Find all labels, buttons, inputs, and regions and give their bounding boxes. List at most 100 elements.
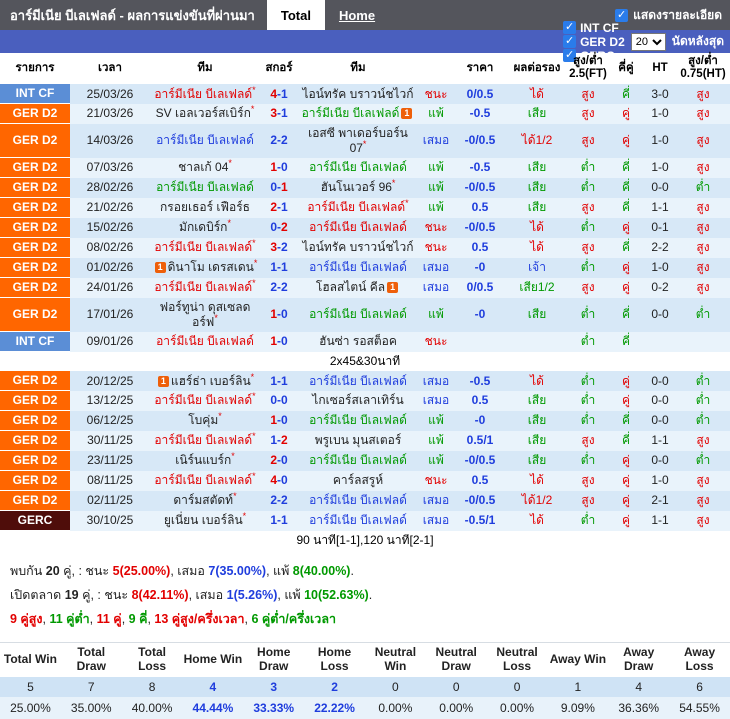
summary-segment: เปิดตลาด <box>10 588 65 603</box>
team2-name[interactable]: ฮันซ่า รอสต็อค <box>319 334 397 348</box>
over-under-25-cell: สูง <box>568 277 608 298</box>
over-under-25-cell: สูง <box>568 84 608 104</box>
matches-count-select[interactable]: 20 <box>630 32 666 51</box>
odd-even-cell: คู่ <box>608 103 644 124</box>
home-goals: 1 <box>270 160 277 175</box>
team2-name[interactable]: อาร์มีเนีย บีเลเฟลด์ <box>309 513 407 527</box>
team2-name[interactable]: คาร์ลสรูห์ <box>333 473 383 487</box>
red-card-badge: 1 <box>154 262 166 274</box>
halftime-score-cell: 2-1 <box>644 490 676 511</box>
table-row: GER D2 08/11/25 อาร์มีเนีย บีเลเฟลด์* 4-0 คา… <box>0 470 730 492</box>
odds-cell: -0.5 <box>454 371 506 391</box>
column-header: สูง/ต่ำ 2.5(FT) <box>568 53 608 85</box>
away-goals: 0 <box>281 453 288 468</box>
team2-name[interactable]: อาร์มีเนีย บีเลเฟลด์ <box>309 493 407 507</box>
team2-name[interactable]: อาร์มีเนีย บีเลเฟลด์ <box>302 106 400 120</box>
team1-name[interactable]: อาร์มีเนีย บีเลเฟลด์ <box>154 87 252 101</box>
team2-name[interactable]: อาร์มีเนีย บีเลเฟลด์ <box>309 307 407 321</box>
halftime-score-cell: 0-2 <box>644 277 676 298</box>
team2-name[interactable]: ไอน์ทรัค บราวน์ชไวก์ <box>302 87 413 101</box>
score-cell: 1-1 <box>260 510 298 531</box>
result-cell: เสมอ <box>418 123 454 158</box>
odd-even-cell: คู่ <box>608 490 644 511</box>
team2-cell: อาร์มีเนีย บีเลเฟลด์ <box>298 450 418 471</box>
team1-name[interactable]: SV เอลเวอร์สเบิร์ก <box>156 106 251 120</box>
team1-name[interactable]: อาร์มีเนีย บีเลเฟลด์ <box>154 433 252 447</box>
team2-name[interactable]: ไอน์ทรัค บราวน์ชไวก์ <box>302 240 413 254</box>
team1-name[interactable]: อาร์มีเนีย บีเลเฟลด์ <box>156 133 254 147</box>
team1-name[interactable]: ดาร์มสตัดท์ <box>173 493 233 507</box>
score-cell: 2-2 <box>260 123 298 158</box>
team1-name[interactable]: ฟอร์ทูน่า ดุสเซลดอร์ฟ <box>160 300 251 329</box>
team1-name[interactable]: อาร์มีเนีย บีเลเฟลด์ <box>154 280 252 294</box>
home-team-star: * <box>391 178 396 189</box>
team2-name[interactable]: อาร์มีเนีย บีเลเฟลด์ <box>309 220 407 234</box>
summary-segment: พบกัน <box>10 564 46 579</box>
team1-name[interactable]: อาร์มีเนีย บีเลเฟลด์ <box>154 393 252 407</box>
date-cell: 21/02/26 <box>70 197 150 218</box>
odds-cell: 0.5 <box>454 237 506 258</box>
away-goals: 2 <box>281 280 288 295</box>
score-cell: 1-0 <box>260 297 298 332</box>
team1-name[interactable]: กรอยเธอร์ เฟือร์ธ <box>160 200 250 214</box>
team1-name[interactable]: ดินาโม เดรสเดน <box>168 260 254 274</box>
tab-total[interactable]: Total <box>266 0 325 30</box>
away-goals: 1 <box>281 86 288 101</box>
stats-column-header: Home Loss <box>304 642 365 678</box>
team2-name[interactable]: อาร์มีเนีย บีเลเฟลด์ <box>309 160 407 174</box>
team2-name[interactable]: เอสซี พาเดอร์บอร์น 07 <box>308 126 408 155</box>
score-cell: 3-1 <box>260 103 298 124</box>
team2-name[interactable]: พรูเบน มุนสเตอร์ <box>315 433 402 447</box>
league-filter-checkbox[interactable]: ✓ <box>563 21 577 34</box>
home-goals: 2 <box>270 453 277 468</box>
team2-name[interactable]: โฮลสไตน์ คีล <box>316 280 385 294</box>
team2-name[interactable]: อาร์มีเนีย บีเลเฟลด์ <box>307 200 405 214</box>
home-goals: 3 <box>270 106 277 121</box>
team1-name[interactable]: อาร์มีเนีย บีเลเฟลด์ <box>156 334 254 348</box>
stats-percentage-cell: 22.22% <box>304 697 365 719</box>
home-team-star: * <box>233 491 237 502</box>
team2-cell: ฮันโนเวอร์ 96* <box>298 177 418 198</box>
result-cell: เสมอ <box>418 510 454 531</box>
team2-name[interactable]: อาร์มีเนีย บีเลเฟลด์ <box>309 374 407 388</box>
stats-percentage-cell: 40.00% <box>121 697 183 719</box>
team1-name[interactable]: อาร์มีเนีย บีเลเฟลด์ <box>154 473 252 487</box>
date-cell: 02/11/25 <box>70 490 150 511</box>
date-cell: 25/03/26 <box>70 84 150 104</box>
away-goals: 2 <box>281 220 288 235</box>
team2-cell: ไอน์ทรัค บราวน์ชไวก์ <box>298 84 418 104</box>
team1-name[interactable]: อาร์มีเนีย บีเลเฟลด์ <box>156 180 254 194</box>
team1-cell: กรอยเธอร์ เฟือร์ธ <box>150 197 260 218</box>
stats-value-cell: 6 <box>669 677 730 698</box>
team1-name[interactable]: โบคุ่ม <box>188 413 218 427</box>
team2-name[interactable]: ไกเซอร์สเลาเทิร์น <box>312 393 403 407</box>
team2-name[interactable]: อาร์มีเนีย บีเลเฟลด์ <box>309 260 407 274</box>
team1-cell: อาร์มีเนีย บีเลเฟลด์* <box>150 390 260 411</box>
stats-percentage-cell: 35.00% <box>60 697 122 719</box>
team1-name[interactable]: มักเดบิร์ก <box>179 220 227 234</box>
over-under-075-ht-cell: สูง <box>676 103 730 124</box>
odds-cell: 0/0.5 <box>454 277 506 298</box>
team1-name[interactable]: เนิร์นแบร์ก <box>175 453 231 467</box>
team2-name[interactable]: ฮันโนเวอร์ 96 <box>321 180 392 194</box>
league-cell: GER D2 <box>0 371 70 392</box>
team2-name[interactable]: อาร์มีเนีย บีเลเฟลด์ <box>309 413 407 427</box>
table-row: GER D2 20/12/25 1 แฮร์ธ่า เบอร์ลิน* 1-1 อาร์ม… <box>0 371 730 392</box>
team2-name[interactable]: อาร์มีเนีย บีเลเฟลด์ <box>309 453 407 467</box>
league-filter-checkbox[interactable]: ✓ <box>563 35 577 48</box>
odd-even-cell: คี่ <box>608 331 644 352</box>
team1-name[interactable]: แฮร์ธ่า เบอร์ลิน <box>171 374 251 388</box>
summary-segment: 8(42.11%) <box>131 588 189 603</box>
team1-name[interactable]: ยูเนี่ยน เบอร์ลิน <box>164 513 243 527</box>
score-cell: 0-0 <box>260 390 298 411</box>
odd-even-cell: คู่ <box>608 123 644 158</box>
team1-name[interactable]: อาร์มีเนีย บีเลเฟลด์ <box>154 240 252 254</box>
team1-cell: 1 แฮร์ธ่า เบอร์ลิน* <box>150 371 260 391</box>
over-under-075-ht-cell: ต่ำ <box>676 410 730 431</box>
over-under-25-cell: ต่ำ <box>568 410 608 431</box>
summary-segment: . <box>368 588 373 603</box>
tab-home[interactable]: Home <box>325 0 389 30</box>
team1-cell: อาร์มีเนีย บีเลเฟลด์ <box>150 331 260 352</box>
team1-name[interactable]: ชาลเก้ 04 <box>178 160 228 174</box>
home-team-star: * <box>405 198 409 209</box>
